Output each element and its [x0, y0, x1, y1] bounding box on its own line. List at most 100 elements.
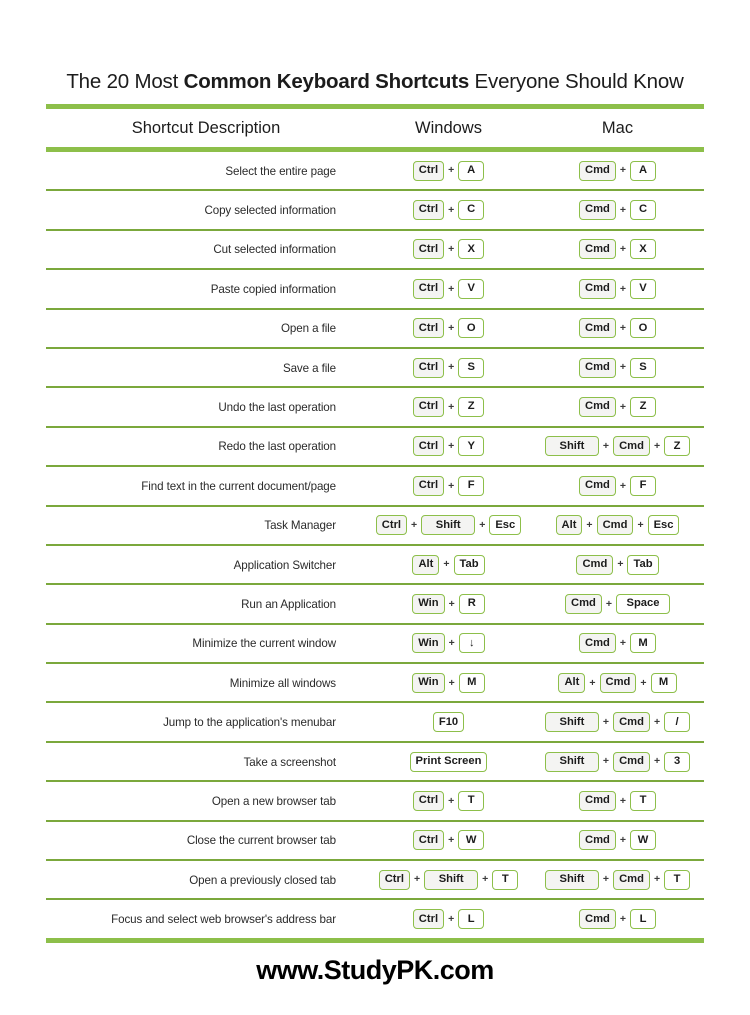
key-cap: Cmd — [613, 869, 650, 890]
shortcut-description-label: Focus and select web browser's address b… — [111, 913, 336, 927]
key-cap: Cmd — [613, 712, 650, 733]
key-combo: Cmd + L — [531, 909, 704, 930]
key-combo: Alt + Tab — [366, 554, 531, 575]
windows-shortcut-cell: Win + R — [366, 593, 531, 614]
key-cap: Cmd — [578, 830, 616, 851]
windows-shortcut-cell: Ctrl + Z — [366, 397, 531, 418]
key-cap: X — [458, 239, 485, 260]
keyboard-shortcuts-infographic: The 20 Most Common Keyboard Shortcuts Ev… — [0, 0, 750, 1015]
key-separator-plus: + — [605, 597, 612, 610]
key-cap: Shift — [424, 869, 479, 890]
key-cap: Cmd — [578, 790, 616, 811]
key-cap: Cmd — [564, 593, 602, 614]
shortcut-description-label: Save a file — [282, 361, 336, 375]
key-cap: W — [458, 830, 485, 851]
key-combo: Win + ↓ — [366, 633, 531, 654]
key-separator-plus: + — [479, 518, 486, 531]
shortcut-description-label: Find text in the current document/page — [141, 479, 336, 493]
key-cap: Alt — [412, 554, 440, 575]
shortcut-description-label: Run an Application — [241, 597, 336, 611]
key-cap: X — [630, 239, 656, 260]
key-cap: 3 — [664, 751, 691, 772]
key-cap: Ctrl — [412, 436, 445, 457]
shortcut-description-cell: Cut selected information — [46, 240, 366, 258]
key-separator-plus: + — [448, 912, 455, 925]
shortcut-description-label: Open a file — [281, 322, 336, 336]
key-cap: Ctrl — [412, 200, 445, 221]
key-cap: Ctrl — [412, 790, 445, 811]
key-separator-plus: + — [619, 282, 626, 295]
key-separator-plus: + — [411, 518, 418, 531]
key-separator-plus: + — [617, 558, 624, 571]
key-cap: Cmd — [613, 751, 650, 772]
mac-shortcut-cell: Cmd + X — [531, 239, 704, 260]
key-cap: Cmd — [578, 318, 616, 339]
mac-shortcut-cell: Shift + Cmd + T — [531, 869, 704, 890]
key-combo: Ctrl + A — [366, 160, 531, 181]
shortcut-description-cell: Jump to the application's menubar — [46, 713, 366, 731]
key-separator-plus: + — [637, 518, 644, 531]
key-cap: Cmd — [578, 357, 616, 378]
key-separator-plus: + — [619, 400, 626, 413]
key-combo: Ctrl + O — [366, 318, 531, 339]
key-cap: O — [630, 318, 656, 339]
shortcut-description-label: Select the entire page — [225, 164, 336, 178]
footer-site-name: www.StudyPK.com — [256, 955, 494, 985]
key-separator-plus: + — [619, 361, 626, 374]
key-separator-plus: + — [448, 479, 455, 492]
key-cap: M — [650, 672, 677, 693]
shortcut-description-label: Take a screenshot — [243, 755, 337, 769]
key-separator-plus: + — [448, 243, 455, 256]
table-body: Select the entire page Ctrl + A Cmd + A Copy se… — [46, 152, 704, 938]
windows-shortcut-cell: Ctrl + C — [366, 200, 531, 221]
shortcut-description-cell: Minimize all windows — [46, 674, 366, 692]
key-separator-plus: + — [448, 322, 455, 334]
key-separator-plus: + — [586, 518, 593, 531]
key-cap: Shift — [421, 515, 476, 536]
windows-shortcut-cell: F10 — [366, 712, 531, 733]
page-title-part-3: Everyone Should Know — [469, 70, 684, 93]
key-combo: Win + R — [366, 593, 531, 614]
key-separator-plus: + — [448, 361, 455, 374]
windows-shortcut-cell: Ctrl + Shift + Esc — [366, 515, 531, 536]
key-separator-plus: + — [448, 282, 455, 295]
key-separator-plus: + — [619, 834, 626, 847]
mac-shortcut-cell: Cmd + A — [531, 160, 704, 181]
key-separator-plus: + — [448, 637, 455, 650]
key-separator-plus: + — [602, 440, 610, 453]
key-cap: Cmd — [578, 909, 616, 930]
mac-shortcut-cell: Shift + Cmd +3 — [531, 751, 704, 772]
key-cap: F10 — [432, 712, 465, 733]
key-separator-plus: + — [448, 597, 455, 610]
mac-shortcut-cell: Cmd + Z — [531, 397, 704, 418]
key-separator-plus: + — [619, 479, 626, 492]
page-title-part-1: The 20 Most — [66, 70, 184, 93]
key-separator-plus: + — [653, 440, 661, 453]
key-cap: Shift — [544, 751, 599, 772]
table-row: Redo the last operation Ctrl + Y Shift + Cmd + Z — [46, 428, 704, 465]
key-cap: Ctrl — [412, 397, 445, 418]
shortcut-description-label: Redo the last operation — [218, 440, 336, 454]
key-cap: Cmd — [578, 278, 616, 299]
key-cap: Cmd — [578, 200, 616, 221]
windows-shortcut-cell: Win + ↓ — [366, 633, 531, 654]
windows-shortcut-cell: Ctrl + F — [366, 475, 531, 496]
table-header-row: Shortcut Description Windows Mac — [46, 109, 704, 147]
windows-shortcut-cell: Ctrl + X — [366, 239, 531, 260]
key-cap: Cmd — [613, 436, 650, 457]
shortcut-description-cell: Undo the last operation — [46, 398, 366, 416]
key-combo: Ctrl + Shift + T — [366, 869, 531, 890]
mac-shortcut-cell: Cmd + M — [531, 633, 704, 654]
key-combo: Shift + Cmd + T — [531, 869, 704, 890]
key-combo: Print Screen — [366, 751, 531, 772]
key-combo: Cmd + W — [531, 830, 704, 851]
key-cap: S — [458, 357, 485, 378]
key-separator-plus: + — [653, 755, 661, 768]
table-row: Open a new browser tab Ctrl + T Cmd + T — [46, 782, 704, 819]
key-cap: Space — [616, 593, 670, 614]
page-title: The 20 Most Common Keyboard Shortcuts Ev… — [46, 70, 704, 94]
key-cap: V — [630, 278, 656, 299]
key-combo: Cmd + V — [531, 278, 704, 299]
key-cap: V — [458, 278, 485, 299]
key-cap: Ctrl — [375, 515, 408, 536]
